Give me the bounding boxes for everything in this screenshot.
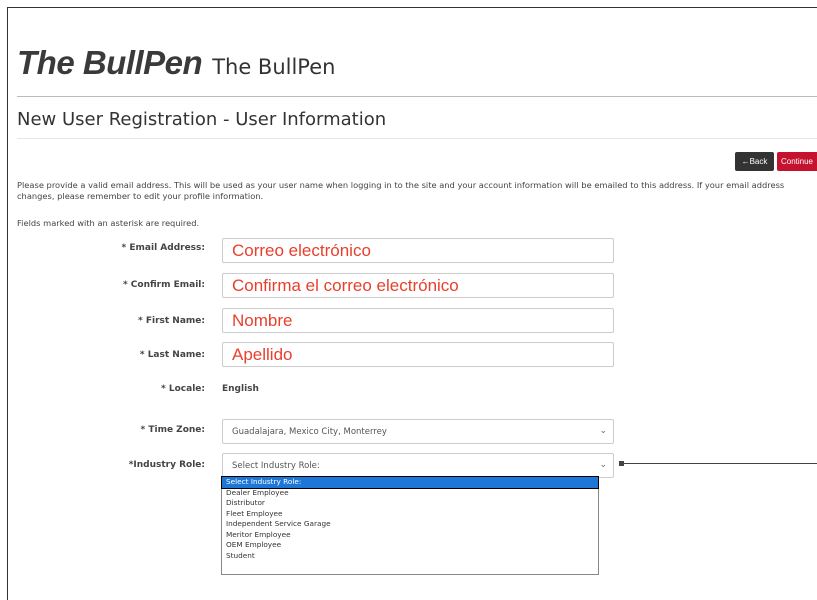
timezone-value: Guadalajara, Mexico City, Monterrey (232, 426, 387, 437)
confirm-email-field[interactable]: Confirma el correo electrónico (222, 273, 614, 298)
site-name: The BullPen (212, 55, 336, 79)
timezone-select[interactable]: Guadalajara, Mexico City, Monterrey ⌄ (222, 419, 614, 444)
dropdown-option[interactable]: OEM Employee (222, 540, 598, 551)
dropdown-option[interactable]: Meritor Employee (222, 530, 598, 541)
chevron-down-icon: ⌄ (599, 426, 607, 436)
industry-role-select[interactable]: Select Industry Role: ⌄ (222, 453, 614, 478)
last-name-field[interactable]: Apellido (222, 342, 614, 367)
page-title: New User Registration - User Information (17, 109, 387, 130)
back-button[interactable]: ←Back (735, 152, 774, 171)
required-note: Fields marked with an asterisk are requi… (17, 218, 200, 228)
email-value: Correo electrónico (232, 240, 371, 260)
confirm-email-value: Confirma el correo electrónico (232, 275, 459, 295)
industry-role-value: Select Industry Role: (232, 460, 320, 471)
confirm-email-label: * Confirm Email: (122, 280, 205, 290)
title-divider (17, 138, 817, 139)
email-field[interactable]: Correo electrónico (222, 238, 614, 263)
locale-label: * Locale: (161, 384, 205, 394)
dropdown-option[interactable]: Fleet Employee (222, 509, 598, 520)
dropdown-option[interactable]: Select Industry Role: (221, 476, 599, 489)
locale-value: English (222, 384, 259, 394)
industry-role-dropdown[interactable]: Select Industry Role: Dealer Employee Di… (221, 476, 599, 575)
first-name-field[interactable]: Nombre (222, 308, 614, 333)
dropdown-option[interactable]: Distributor (222, 498, 598, 509)
last-name-value: Apellido (232, 344, 293, 364)
intro-text: Please provide a valid email address. Th… (17, 180, 785, 201)
annotation-line (621, 463, 817, 464)
site-header: The BullPen The BullPen (17, 44, 335, 88)
dropdown-option[interactable]: Student (222, 551, 598, 562)
header-divider (17, 96, 817, 97)
dropdown-option[interactable]: Independent Service Garage (222, 519, 598, 530)
email-label: * Email Address: (121, 243, 205, 253)
dropdown-option[interactable]: Dealer Employee (222, 488, 598, 499)
bullpen-logo[interactable]: The BullPen (17, 44, 203, 82)
last-name-label: * Last Name: (139, 350, 205, 360)
first-name-value: Nombre (232, 310, 293, 330)
chevron-down-icon: ⌄ (599, 460, 607, 470)
continue-button[interactable]: Continue (777, 152, 817, 171)
industry-role-label: *Industry Role: (128, 460, 205, 470)
timezone-label: * Time Zone: (140, 425, 206, 435)
first-name-label: * First Name: (138, 316, 205, 326)
